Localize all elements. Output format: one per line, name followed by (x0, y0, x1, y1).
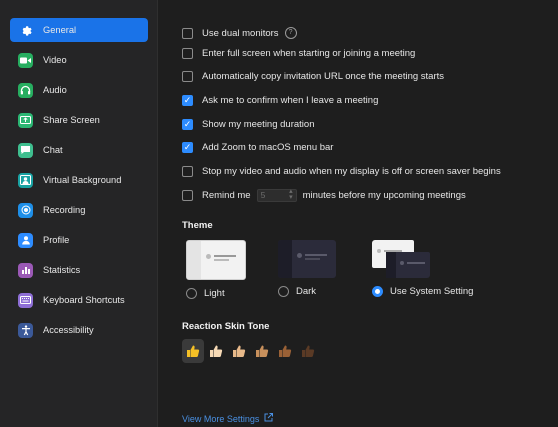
remind-minutes-stepper[interactable]: 5 ▴ ▾ (256, 188, 297, 202)
system-theme-preview[interactable] (372, 240, 430, 278)
theme-option-dark[interactable]: Dark (278, 240, 336, 297)
skin-tone-option[interactable] (182, 339, 204, 363)
external-link-icon (264, 413, 274, 424)
view-more-label: View More Settings (182, 413, 260, 424)
keyboard-icon (18, 292, 33, 308)
option-label: Stop my video and audio when my display … (202, 165, 501, 177)
theme-option-system[interactable]: Use System Setting (372, 240, 473, 297)
sidebar-item-statistics[interactable]: Statistics (10, 258, 148, 282)
bar-chart-icon (18, 262, 33, 278)
thumbs-up-icon (210, 345, 223, 357)
dark-theme-preview[interactable] (278, 240, 336, 278)
thumbs-up-icon (233, 345, 246, 357)
option-label: Add Zoom to macOS menu bar (202, 141, 334, 153)
sidebar-item-label: General (43, 25, 77, 35)
skin-tone-option[interactable] (297, 339, 319, 363)
checkbox[interactable] (182, 70, 193, 82)
theme-label: Light (204, 288, 225, 299)
option-label: Automatically copy invitation URL once t… (202, 70, 445, 82)
record-icon (18, 202, 33, 218)
headphones-icon (18, 82, 33, 98)
sidebar-item-audio[interactable]: Audio (10, 78, 148, 102)
sidebar-item-label: Recording (43, 205, 86, 215)
checkbox-checked[interactable]: ✓ (182, 141, 193, 153)
checkbox[interactable] (182, 47, 193, 59)
thumbs-up-icon (187, 345, 200, 357)
sidebar-item-virtual-background[interactable]: Virtual Background (10, 168, 148, 192)
stepper-arrows-icon: ▴ ▾ (289, 188, 293, 201)
general-settings-panel: Use dual monitors ? Enter full screen wh… (170, 0, 558, 427)
radio-button-selected[interactable] (372, 286, 383, 297)
theme-option-light[interactable]: Light (186, 240, 246, 299)
chat-bubble-icon (18, 142, 33, 158)
theme-title: Theme (182, 220, 213, 231)
option-meeting-duration[interactable]: ✓ Show my meeting duration (182, 117, 314, 131)
theme-label: Dark (296, 286, 317, 297)
sidebar-item-label: Audio (43, 85, 67, 95)
sidebar-item-accessibility[interactable]: Accessibility (10, 318, 148, 342)
remind-prefix: Remind me (202, 189, 251, 201)
theme-label: Use System Setting (390, 286, 474, 297)
skin-tone-option[interactable] (251, 339, 273, 363)
thumbs-up-icon (279, 345, 292, 357)
option-confirm-leave[interactable]: ✓ Ask me to confirm when I leave a meeti… (182, 93, 378, 107)
skin-tone-option[interactable] (228, 339, 250, 363)
sidebar-item-recording[interactable]: Recording (10, 198, 148, 222)
sidebar-item-chat[interactable]: Chat (10, 138, 148, 162)
checkbox[interactable] (182, 189, 193, 201)
sidebar-item-video[interactable]: Video (10, 48, 148, 72)
reaction-skin-tone-title: Reaction Skin Tone (182, 321, 270, 332)
gear-icon (18, 23, 33, 38)
share-screen-icon (18, 112, 33, 128)
checkbox[interactable] (182, 165, 193, 177)
profile-icon (18, 232, 33, 248)
option-macos-menu-bar[interactable]: ✓ Add Zoom to macOS menu bar (182, 140, 333, 154)
radio-button[interactable] (186, 288, 197, 299)
sidebar-item-label: Statistics (43, 265, 81, 275)
settings-window: General Video Audio Share Screen Chat Vi… (0, 0, 558, 427)
sidebar-item-label: Keyboard Shortcuts (43, 295, 125, 305)
radio-button[interactable] (278, 286, 289, 297)
sidebar-item-label: Profile (43, 235, 70, 245)
option-label: Enter full screen when starting or joini… (202, 47, 416, 59)
skin-tone-selector (182, 339, 320, 363)
checkbox-checked[interactable]: ✓ (182, 94, 193, 106)
option-copy-invitation-url[interactable]: Automatically copy invitation URL once t… (182, 69, 444, 83)
view-more-settings-link[interactable]: View More Settings (182, 413, 274, 424)
sidebar-item-general[interactable]: General (10, 18, 148, 42)
checkbox[interactable] (182, 27, 193, 39)
settings-sidebar: General Video Audio Share Screen Chat Vi… (0, 0, 158, 427)
sidebar-item-label: Virtual Background (43, 175, 122, 185)
sidebar-item-label: Chat (43, 145, 63, 155)
option-remind-me[interactable]: Remind me 5 ▴ ▾ minutes before my upcomin… (182, 188, 466, 202)
sidebar-item-label: Video (43, 55, 67, 65)
remind-suffix: minutes before my upcoming meetings (302, 189, 466, 201)
sidebar-item-profile[interactable]: Profile (10, 228, 148, 252)
option-label: Show my meeting duration (202, 118, 315, 130)
sidebar-item-label: Share Screen (43, 115, 100, 125)
thumbs-up-icon (302, 345, 315, 357)
sidebar-item-keyboard-shortcuts[interactable]: Keyboard Shortcuts (10, 288, 148, 312)
option-dual-monitors[interactable]: Use dual monitors ? (182, 26, 297, 40)
person-frame-icon (18, 172, 33, 188)
sidebar-item-label: Accessibility (43, 325, 94, 335)
option-stop-video-screensaver[interactable]: Stop my video and audio when my display … (182, 164, 501, 178)
stepper-value: 5 (260, 190, 266, 200)
help-icon[interactable]: ? (284, 27, 297, 39)
thumbs-up-icon (256, 345, 269, 357)
option-label: Ask me to confirm when I leave a meeting (202, 94, 379, 106)
option-label: Use dual monitors (202, 27, 279, 39)
sidebar-item-share-screen[interactable]: Share Screen (10, 108, 148, 132)
skin-tone-option[interactable] (205, 339, 227, 363)
option-full-screen[interactable]: Enter full screen when starting or joini… (182, 46, 415, 60)
checkbox-checked[interactable]: ✓ (182, 118, 193, 130)
accessibility-icon (18, 322, 33, 338)
video-camera-icon (18, 52, 33, 68)
light-theme-preview[interactable] (186, 240, 246, 280)
skin-tone-option[interactable] (274, 339, 296, 363)
